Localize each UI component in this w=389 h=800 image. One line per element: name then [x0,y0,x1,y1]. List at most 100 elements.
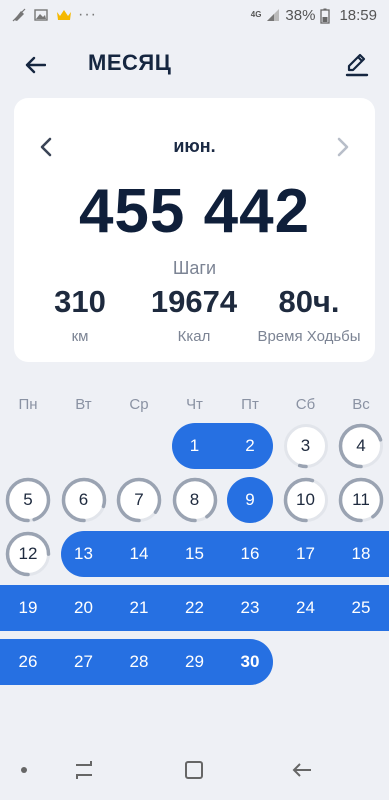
calendar-day-number: 23 [240,598,260,617]
calendar-day[interactable]: 14 [116,531,162,577]
weekday-label: Ср [129,396,149,413]
calendar-day-number: 29 [185,652,204,671]
dot-icon[interactable] [10,758,38,782]
month-label: июн. [173,136,216,156]
weekday-label: Пт [241,396,259,413]
calendar-day-number: 13 [74,544,93,563]
recent-apps-icon[interactable] [70,758,98,782]
calendar-day-number: 27 [74,652,93,671]
calendar-day[interactable]: 5 [5,477,51,523]
total-steps: 455 442 [78,177,311,246]
page-title: МЕСЯЦ [88,50,172,75]
calendar-day[interactable]: 24 [283,585,329,631]
calendar-day-number: 2 [245,436,255,455]
calendar-day-number: 9 [245,490,255,509]
calendar-day[interactable]: 25 [338,585,384,631]
more-dots-icon: ··· [78,6,97,23]
calendar-day-number: 20 [74,598,93,617]
next-month-button[interactable] [331,132,355,162]
calendar-day-number: 16 [240,544,260,563]
chevron-right-icon [337,137,349,157]
calendar-day-number: 15 [185,544,204,563]
gallery-icon [34,8,48,22]
back-icon[interactable] [288,758,316,782]
weekday-label: Вс [352,396,370,413]
calories-stat: 19674 Ккал [138,284,250,345]
calendar-day[interactable]: 21 [116,585,162,631]
clock: 18:59 [339,6,377,24]
calendar-day-number: 19 [18,598,38,617]
crown-icon [56,8,71,22]
walk-time-value: 80ч. [278,284,340,319]
month-summary-card: июн. 455 442 Шаги 310 км 19674 Ккал 80ч.… [14,98,375,362]
home-icon[interactable] [180,758,208,782]
walk-time-stat: 80ч. Время Ходьбы [250,284,368,345]
calendar-day[interactable]: 7 [116,477,162,523]
calendar-day[interactable]: 16 [227,531,273,577]
calendar-day-number: 4 [356,436,366,455]
calendar-day[interactable]: 8 [172,477,218,523]
weekday-label: Вт [75,396,92,413]
stats-row: 310 км 19674 Ккал 80ч. Время Ходьбы [14,284,375,345]
calendar-day-number: 14 [129,544,149,563]
calendar-day[interactable]: 30 [227,639,273,685]
calendar-day[interactable]: 27 [61,639,107,685]
calendar-day-number: 17 [296,544,315,563]
calendar-day-number: 11 [352,490,370,509]
calendar-day-number: 8 [189,490,200,509]
pencil-icon [345,53,369,77]
battery-icon [320,8,334,24]
calendar-day[interactable]: 10 [283,477,329,523]
calendar-day-number: 30 [240,652,260,671]
calendar-day[interactable]: 3 [283,423,329,469]
status-left: ··· [12,6,97,24]
system-nav-bar [0,740,389,800]
signal-icon [266,8,280,22]
calendar-day[interactable]: 23 [227,585,273,631]
calendar-day-number: 25 [351,598,371,617]
calendar-day[interactable]: 28 [116,639,162,685]
distance-label: км [71,328,89,345]
back-button[interactable] [20,50,50,80]
calendar-day[interactable]: 13 [61,531,107,577]
calendar-day-number: 22 [185,598,204,617]
calendar-day-number: 24 [296,598,315,617]
status-bar: ··· 4G 38% 18:59 [0,0,389,30]
calendar-day[interactable]: 20 [61,585,107,631]
walk-time-label: Время Ходьбы [257,328,361,345]
calendar-day-number: 1 [189,436,200,455]
arrow-left-icon [25,56,46,74]
calendar-day[interactable]: 22 [172,585,218,631]
calendar-day[interactable]: 19 [5,585,51,631]
distance-value: 310 [54,284,106,319]
calendar-day[interactable]: 18 [338,531,384,577]
calendar-day[interactable]: 2 [227,423,273,469]
calendar-day[interactable]: 15 [172,531,218,577]
calendar-day[interactable]: 26 [5,639,51,685]
steps-label: Шаги [172,258,217,278]
month-calendar: 1 2 3 4 5 6 7 8 9 10 11 12 13 14 15 16 17 18 19 20 21 22 23 24 2… [0,420,389,690]
calendar-day[interactable]: 17 [283,531,329,577]
calendar-day[interactable]: 9 [227,477,273,523]
calendar-day-number: 7 [134,490,144,509]
calories-label: Ккал [177,328,211,345]
weekday-label: Сб [295,396,316,413]
edit-button[interactable] [341,48,373,80]
calendar-day[interactable]: 11 [338,477,384,523]
calendar-day-number: 5 [23,490,33,509]
calendar-day[interactable]: 6 [61,477,107,523]
calendar-day-number: 18 [351,544,371,563]
calendar-day[interactable]: 29 [172,639,218,685]
weekday-label: Пн [18,396,38,413]
weekday-header: Пн Вт Ср Чт Пт Сб Вс [0,396,389,420]
calendar-day[interactable]: 12 [5,531,51,577]
calendar-day-number: 10 [296,490,315,509]
month-navigator: июн. [14,132,375,162]
network-type: 4G [250,10,262,19]
calendar-day-number: 21 [129,598,149,617]
mute-icon [12,8,26,22]
calories-value: 19674 [150,284,238,319]
calendar-day[interactable]: 1 [172,423,218,469]
calendar-day[interactable]: 4 [338,423,384,469]
weekday-label: Чт [186,396,203,413]
